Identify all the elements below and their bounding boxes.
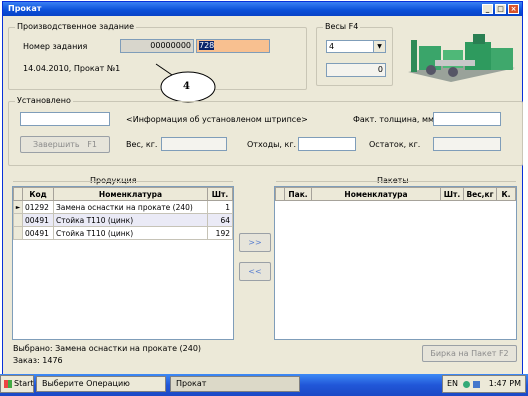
- finish-button[interactable]: Завершить F1: [20, 136, 110, 153]
- col-name[interactable]: Номенклатура: [311, 187, 441, 201]
- order-text: Заказ: 1476: [13, 356, 63, 365]
- col-name[interactable]: Номенклатура: [53, 187, 208, 201]
- window-title: Прокат: [8, 4, 42, 13]
- taskbar: Start Выберите Операцию Прокат EN 1:47 P…: [0, 374, 528, 396]
- remainder-field: [433, 137, 501, 151]
- col-weight[interactable]: Вес,кг: [463, 187, 497, 201]
- remainder-label: Остаток, кг.: [369, 140, 421, 149]
- cell-name[interactable]: Стойка Т110 (цинк): [53, 226, 208, 240]
- cell-name[interactable]: Замена оснастки на прокате (240): [53, 200, 208, 214]
- cell-code[interactable]: 00491: [22, 213, 54, 227]
- callout-number: 4: [183, 81, 190, 92]
- col-qty[interactable]: Шт.: [207, 187, 233, 201]
- maximize-button[interactable]: □: [495, 4, 506, 14]
- table-row[interactable]: 00491 Стойка Т110 (цинк) 64: [13, 213, 233, 227]
- cell-qty[interactable]: 1: [207, 200, 233, 214]
- main-window: Прокат _ □ × Производственное задание Но…: [2, 1, 523, 377]
- task-number-field[interactable]: 00000000: [120, 39, 194, 53]
- products-table[interactable]: Код Номенклатура Шт. ► 01292 Замена осна…: [12, 186, 234, 340]
- move-forward-button[interactable]: >>: [239, 233, 271, 252]
- row-header: [13, 226, 23, 240]
- scales-selected: 4: [329, 42, 335, 51]
- scales-title: Весы F4: [323, 22, 361, 32]
- scales-select[interactable]: 4 ▼: [326, 40, 386, 53]
- close-button[interactable]: ×: [508, 4, 519, 14]
- move-back-button[interactable]: <<: [239, 262, 271, 281]
- scales-weight-field: 0: [326, 63, 386, 77]
- packages-title-line: [276, 181, 516, 182]
- volume-icon[interactable]: [473, 381, 480, 388]
- col-package[interactable]: Пак.: [284, 187, 312, 201]
- weight-label: Вес, кг.: [126, 140, 158, 149]
- chevron-down-icon[interactable]: ▼: [373, 41, 385, 52]
- start-label: Start: [14, 379, 34, 388]
- minimize-button[interactable]: _: [482, 4, 493, 14]
- tag-package-button[interactable]: Бирка на Пакет F2: [422, 345, 517, 362]
- weight-field: [161, 137, 227, 151]
- products-title-line: [13, 181, 233, 182]
- task-number-suffix: 728: [199, 41, 215, 50]
- packages-table[interactable]: Пак. Номенклатура Шт. Вес,кг К.: [274, 186, 517, 340]
- installed-code-field[interactable]: [20, 112, 110, 126]
- network-icon[interactable]: [463, 381, 470, 388]
- col-k[interactable]: К.: [496, 187, 516, 201]
- task-date-text: 14.04.2010, Прокат №1: [23, 64, 121, 73]
- row-header-corner: [13, 187, 23, 201]
- task-number-suffix-field[interactable]: 728: [196, 39, 270, 53]
- task-group-title: Производственное задание: [15, 22, 137, 32]
- scales-group: Весы F4: [316, 22, 393, 86]
- clock[interactable]: 1:47 PM: [489, 376, 521, 392]
- table-row[interactable]: 00491 Стойка Т110 (цинк) 192: [13, 226, 233, 240]
- current-row-icon: ►: [13, 200, 23, 214]
- system-tray: EN 1:47 PM: [442, 375, 526, 393]
- rolling-machine-image: [408, 34, 515, 82]
- waste-label: Отходы, кг.: [247, 140, 297, 149]
- waste-field[interactable]: [298, 137, 356, 151]
- row-header: [13, 213, 23, 227]
- finish-button-label: Завершить: [33, 140, 80, 149]
- col-qty[interactable]: Шт.: [440, 187, 464, 201]
- cell-code[interactable]: 00491: [22, 226, 54, 240]
- language-indicator[interactable]: EN: [447, 376, 458, 392]
- cell-qty[interactable]: 192: [207, 226, 233, 240]
- window-titlebar[interactable]: Прокат _ □ ×: [3, 2, 522, 16]
- thickness-label: Факт. толщина, мм.: [353, 115, 437, 124]
- row-header-corner: [275, 187, 285, 201]
- thickness-field[interactable]: [433, 112, 501, 126]
- start-button[interactable]: Start: [0, 375, 34, 393]
- cell-qty[interactable]: 64: [207, 213, 233, 227]
- cell-code[interactable]: 01292: [22, 200, 54, 214]
- installed-group: Установлено: [8, 96, 523, 166]
- cell-name[interactable]: Стойка Т110 (цинк): [53, 213, 208, 227]
- installed-info-text: <Информация об установленом штрипсе>: [126, 115, 308, 124]
- task-number-label: Номер задания: [23, 42, 88, 51]
- taskbar-item-prokat[interactable]: Прокат: [170, 376, 300, 392]
- finish-button-key: F1: [87, 140, 97, 149]
- selected-text: Выбрано: Замена оснастки на прокате (240…: [13, 344, 202, 353]
- col-code[interactable]: Код: [22, 187, 54, 201]
- taskbar-item-operation[interactable]: Выберите Операцию: [36, 376, 166, 392]
- table-row[interactable]: ► 01292 Замена оснастки на прокате (240)…: [13, 200, 233, 214]
- installed-title: Установлено: [15, 96, 73, 106]
- windows-logo-icon: [4, 380, 12, 388]
